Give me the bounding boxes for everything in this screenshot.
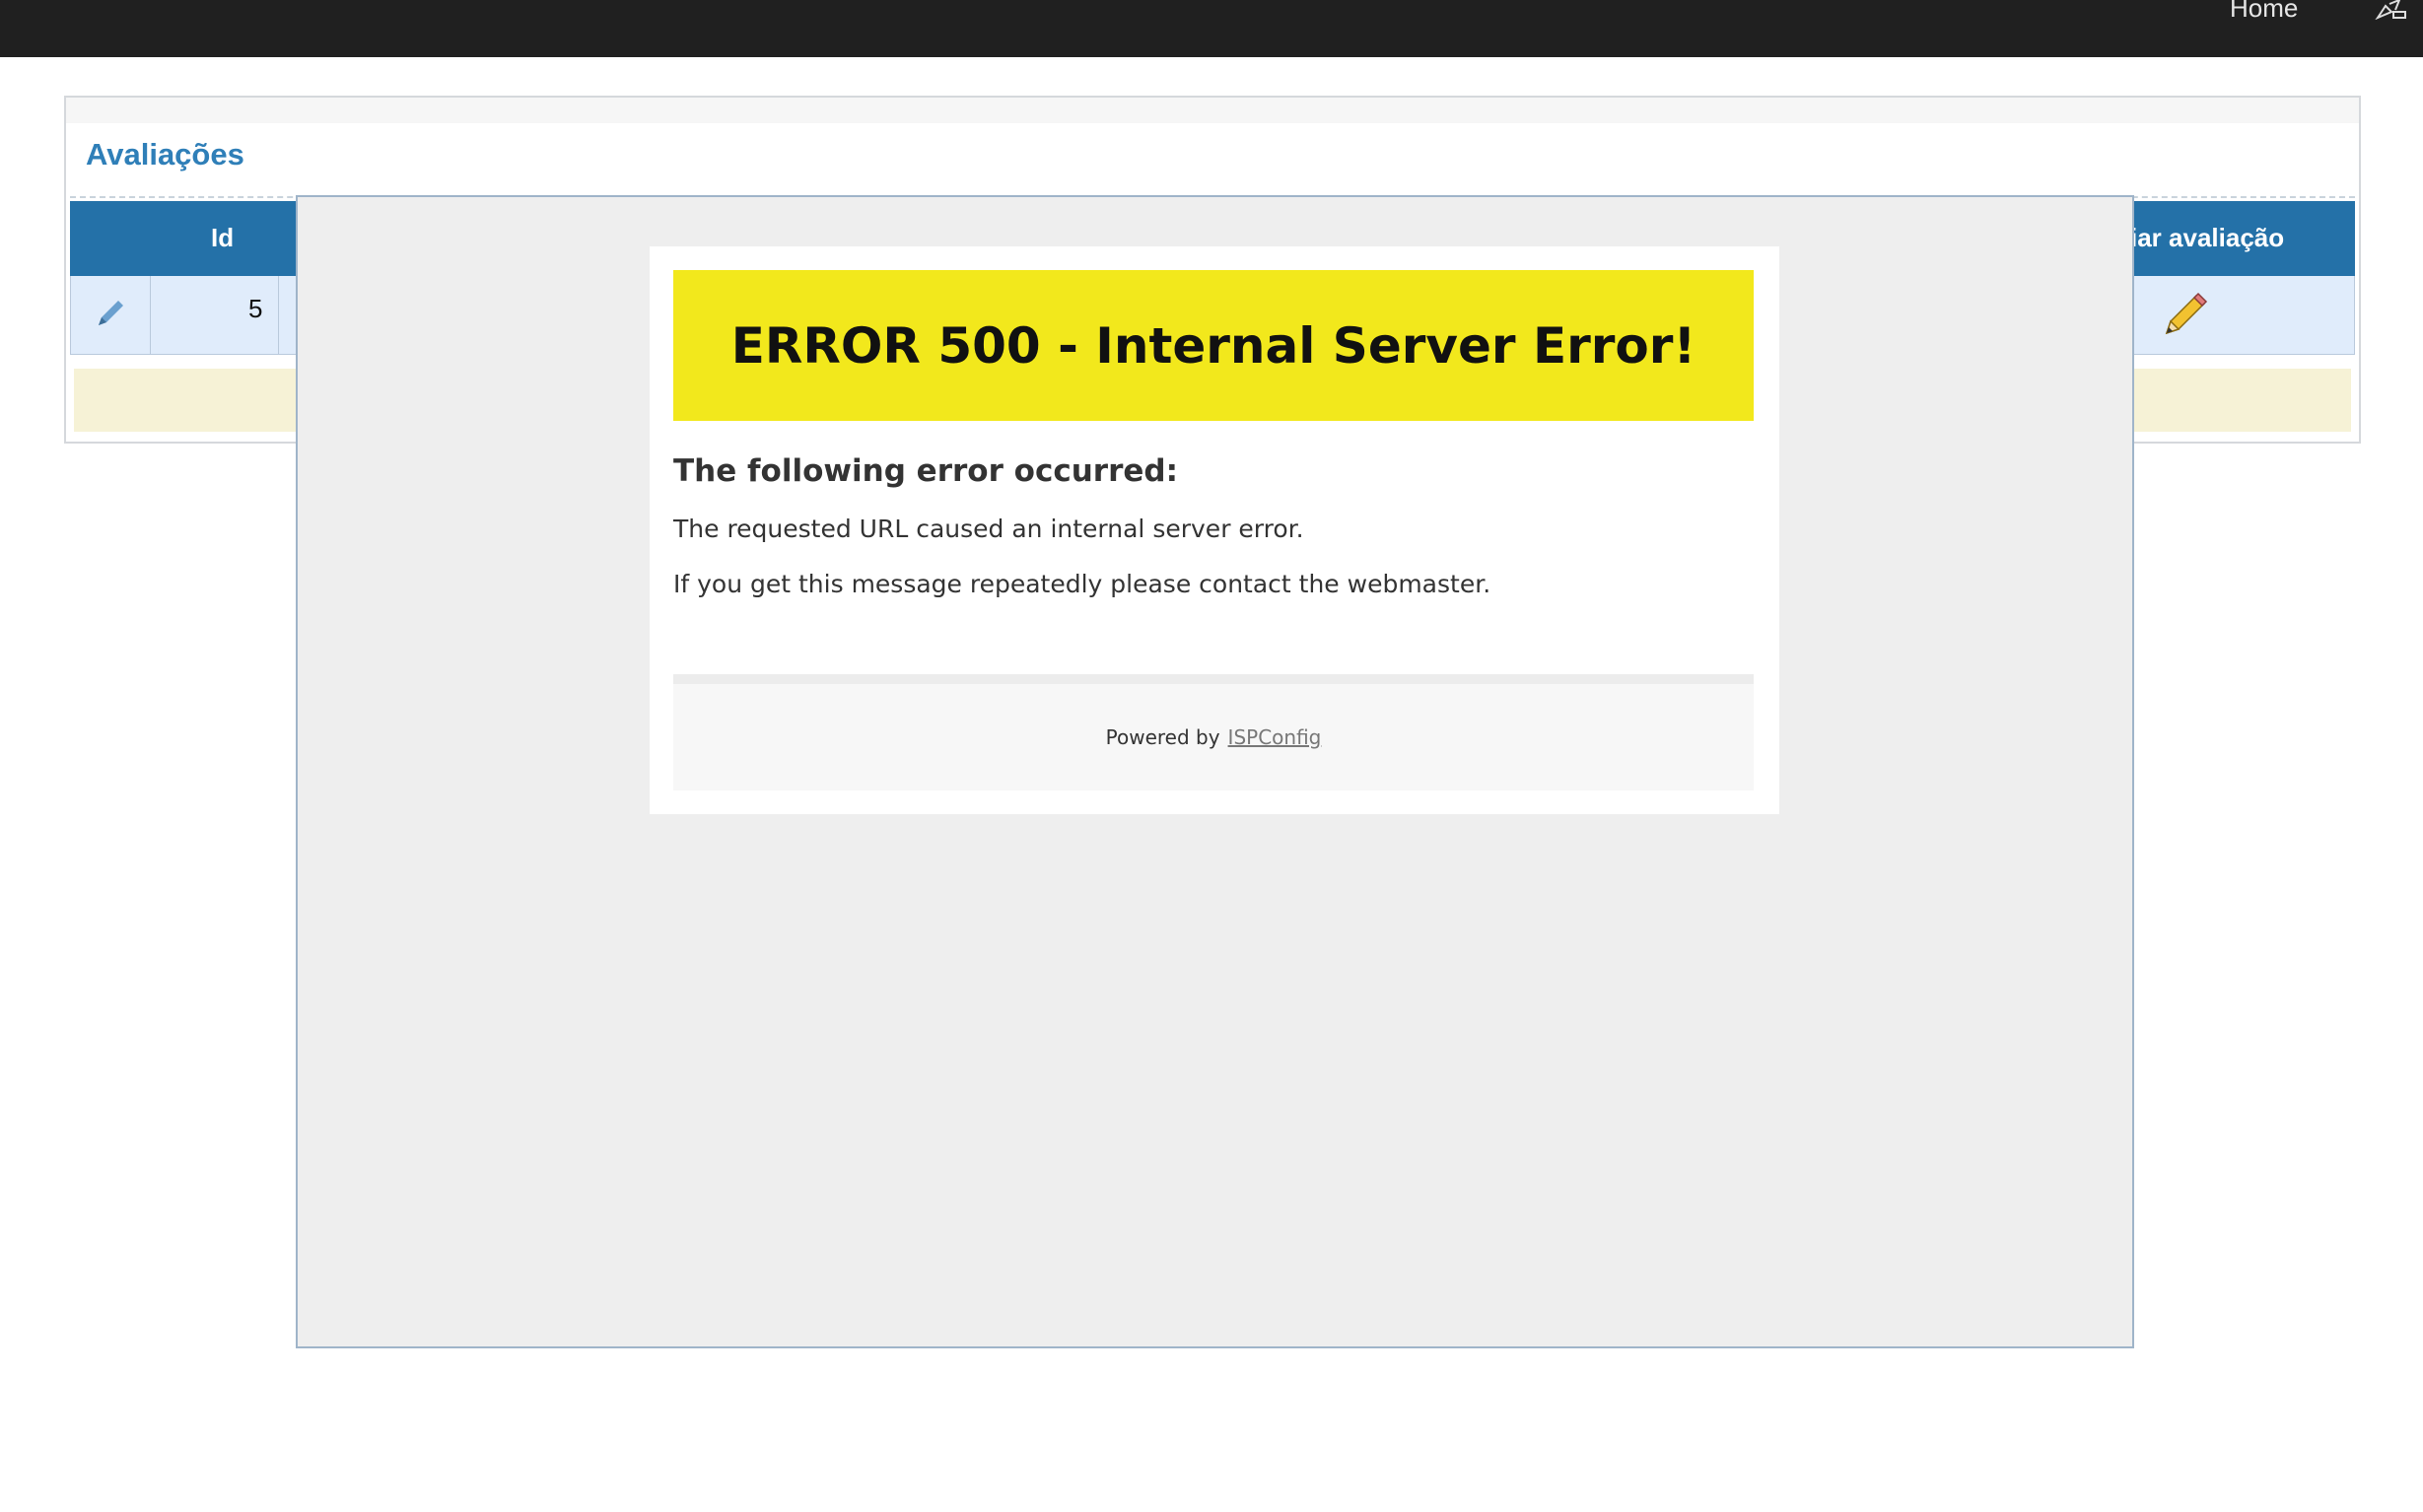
column-header-id[interactable]: Id xyxy=(211,223,234,253)
powered-by-label: Powered by xyxy=(1105,725,1220,749)
error-card: ERROR 500 - Internal Server Error! The f… xyxy=(650,246,1779,814)
error-subtitle: The following error occurred: xyxy=(673,453,1178,489)
row-id-cell: 5 xyxy=(248,294,263,323)
pencil-icon[interactable] xyxy=(2159,288,2212,341)
ispconfig-link[interactable]: ISPConfig xyxy=(1228,725,1322,749)
panel-title: Avaliações xyxy=(86,137,244,172)
powered-by-footer: Powered by ISPConfig xyxy=(673,674,1754,790)
cell-divider xyxy=(150,276,151,354)
cell-divider xyxy=(278,276,279,354)
pencil-small-icon[interactable] xyxy=(93,296,128,331)
error-message-1: The requested URL caused an internal ser… xyxy=(673,515,1304,543)
home-link[interactable]: Home xyxy=(2230,0,2298,24)
panel-header-strip xyxy=(66,98,2359,123)
edit-user-icon[interactable] xyxy=(2374,0,2407,20)
error-message-2: If you get this message repeatedly pleas… xyxy=(673,570,1491,598)
error-overlay-frame: ERROR 500 - Internal Server Error! The f… xyxy=(296,195,2134,1348)
error-heading: ERROR 500 - Internal Server Error! xyxy=(730,316,1696,375)
column-header-action[interactable]: iar avaliação xyxy=(2130,223,2284,253)
top-bar: Home xyxy=(0,0,2423,57)
error-banner: ERROR 500 - Internal Server Error! xyxy=(673,270,1754,421)
